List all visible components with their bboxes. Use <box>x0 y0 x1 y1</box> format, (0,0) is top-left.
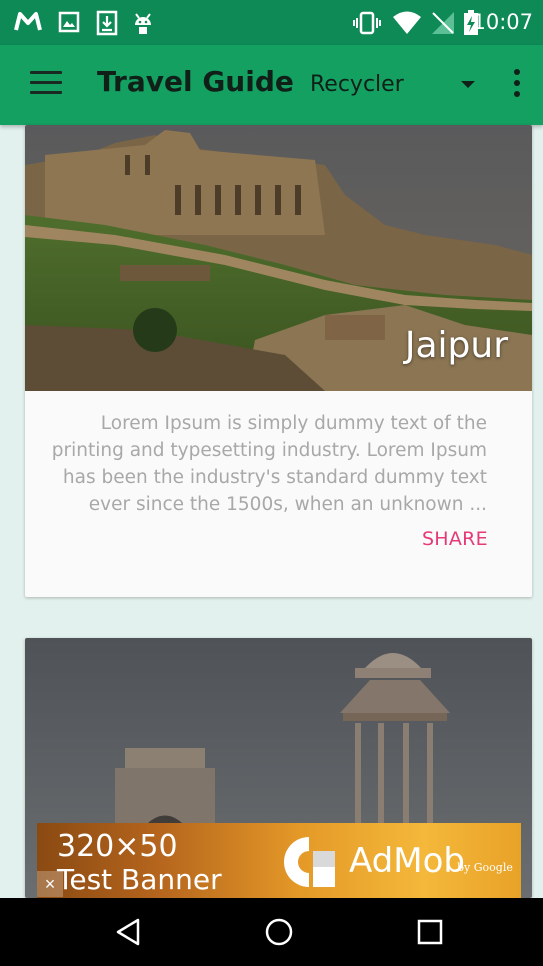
admob-logo-icon <box>283 837 335 887</box>
gmail-icon <box>14 12 42 31</box>
android-icon <box>135 13 151 34</box>
card-title: Jaipur <box>404 325 508 366</box>
download-icon <box>96 10 118 36</box>
ad-by-google: by Google <box>457 861 513 874</box>
more-vertical-icon[interactable] <box>510 69 524 103</box>
app-title: Travel Guide <box>97 65 294 98</box>
clock-time: 10:07 <box>472 10 533 34</box>
home-icon[interactable] <box>263 916 295 948</box>
ad-banner[interactable]: 320×50 Test Banner AdMob by Google × <box>37 823 521 898</box>
recents-icon[interactable] <box>414 916 446 948</box>
dropdown-arrow-icon <box>461 81 475 88</box>
spinner-selected-value: Recycler <box>310 72 404 97</box>
ad-brand-name: AdMob <box>349 841 465 881</box>
ad-size-text: 320×50 <box>57 829 178 864</box>
ad-test-banner-text: Test Banner <box>57 863 222 896</box>
ad-close-icon[interactable]: × <box>37 871 63 897</box>
app-toolbar: Travel Guide Recycler <box>0 45 543 125</box>
view-type-spinner[interactable]: Recycler <box>310 69 485 103</box>
no-signal-icon <box>432 12 454 34</box>
vibrate-icon <box>353 11 381 35</box>
system-navigation-bar <box>0 898 543 966</box>
destination-card[interactable]: Jaipur Lorem Ipsum is simply dummy text … <box>25 125 532 597</box>
card-description: Lorem Ipsum is simply dummy text of the … <box>51 413 487 515</box>
status-bar: 10:07 <box>0 0 543 45</box>
wifi-icon <box>393 11 421 34</box>
hamburger-menu-icon[interactable] <box>30 71 62 99</box>
back-icon[interactable] <box>112 916 144 948</box>
image-icon <box>58 11 80 33</box>
share-button[interactable]: SHARE <box>422 528 488 550</box>
